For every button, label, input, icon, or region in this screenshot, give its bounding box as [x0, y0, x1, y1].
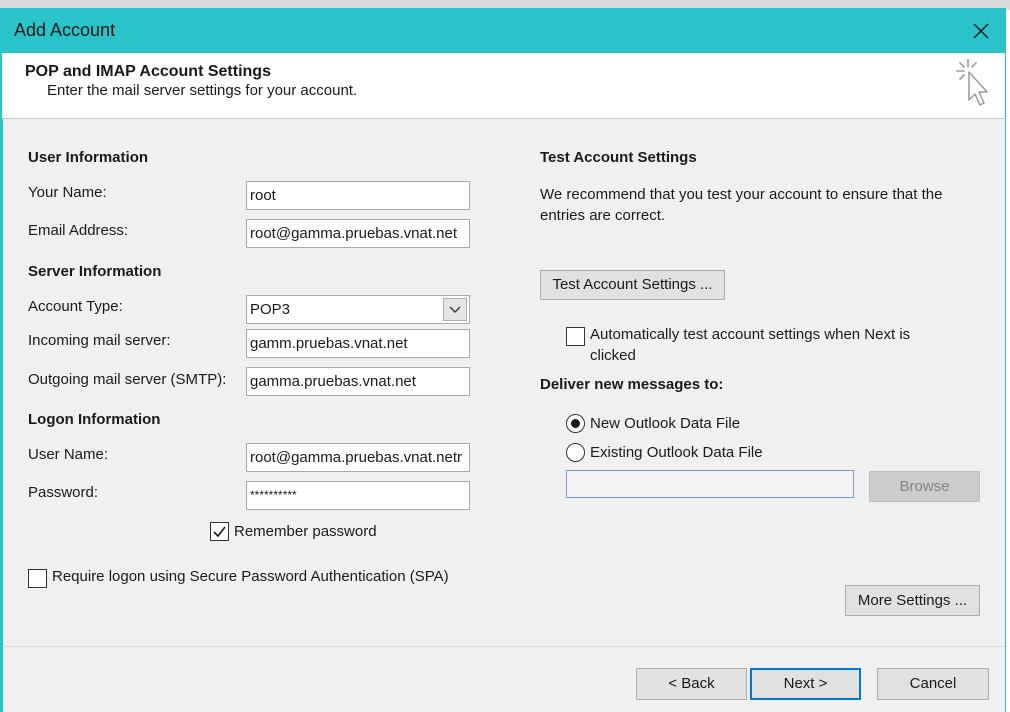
window-title: Add Account: [14, 20, 116, 40]
next-button[interactable]: Next >: [750, 668, 861, 700]
title-bar: [0, 8, 1006, 53]
spa-checkbox[interactable]: [28, 569, 47, 588]
test-settings-description: We recommend that you test your account …: [540, 186, 943, 224]
outgoing-server-input[interactable]: gamma.pruebas.vnat.net: [246, 367, 470, 396]
cursor-click-icon: [952, 56, 996, 108]
logon-information-heading: Logon Information: [28, 411, 161, 428]
incoming-server-input[interactable]: gamm.pruebas.vnat.net: [246, 329, 470, 358]
user-name-input[interactable]: root@gamma.pruebas.vnat.netr: [246, 443, 470, 472]
email-address-label: Email Address:: [28, 222, 129, 239]
your-name-label: Your Name:: [28, 184, 107, 201]
account-type-select[interactable]: POP3: [246, 295, 470, 324]
user-information-heading: User Information: [28, 149, 149, 166]
incoming-server-label: Incoming mail server:: [28, 332, 171, 349]
remember-password-checkbox[interactable]: [210, 522, 229, 541]
more-settings-button[interactable]: More Settings ...: [845, 585, 980, 616]
your-name-input[interactable]: root: [246, 181, 470, 210]
page-subtitle: Enter the mail server settings for your …: [47, 82, 358, 99]
existing-data-file-radio[interactable]: [566, 443, 585, 462]
close-icon[interactable]: [962, 14, 1000, 48]
back-button[interactable]: < Back: [636, 668, 747, 700]
password-label: Password:: [28, 484, 99, 501]
account-type-value: POP3: [250, 301, 291, 318]
deliver-messages-heading: Deliver new messages to:: [540, 376, 724, 393]
user-name-label: User Name:: [28, 446, 109, 463]
test-account-settings-heading: Test Account Settings: [540, 149, 697, 166]
password-input[interactable]: **********: [246, 481, 470, 510]
dialog-left-border: [0, 53, 3, 712]
auto-test-label-line2[interactable]: clicked: [590, 347, 636, 364]
auto-test-checkbox[interactable]: [566, 327, 585, 346]
cancel-button[interactable]: Cancel: [877, 668, 989, 700]
outgoing-server-label: Outgoing mail server (SMTP):: [28, 371, 227, 388]
spa-label[interactable]: Require logon using Secure Password Auth…: [52, 568, 449, 585]
new-data-file-label[interactable]: New Outlook Data File: [590, 415, 740, 432]
data-file-path-input[interactable]: [566, 470, 854, 498]
remember-password-label[interactable]: Remember password: [234, 523, 377, 540]
page-title: POP and IMAP Account Settings: [25, 63, 271, 80]
new-data-file-radio[interactable]: [566, 414, 585, 433]
test-account-settings-button[interactable]: Test Account Settings ...: [540, 270, 725, 300]
radio-selected-dot: [571, 419, 580, 428]
chevron-down-icon[interactable]: [443, 298, 467, 321]
server-information-heading: Server Information: [28, 263, 162, 280]
email-address-input[interactable]: root@gamma.pruebas.vnat.net: [246, 219, 470, 248]
auto-test-label-line1[interactable]: Automatically test account settings when…: [590, 326, 910, 343]
footer-divider: [2, 646, 1004, 647]
account-type-label: Account Type:: [28, 298, 123, 315]
existing-data-file-label[interactable]: Existing Outlook Data File: [590, 444, 763, 461]
check-icon: [213, 526, 226, 538]
browse-button[interactable]: Browse: [869, 471, 980, 502]
